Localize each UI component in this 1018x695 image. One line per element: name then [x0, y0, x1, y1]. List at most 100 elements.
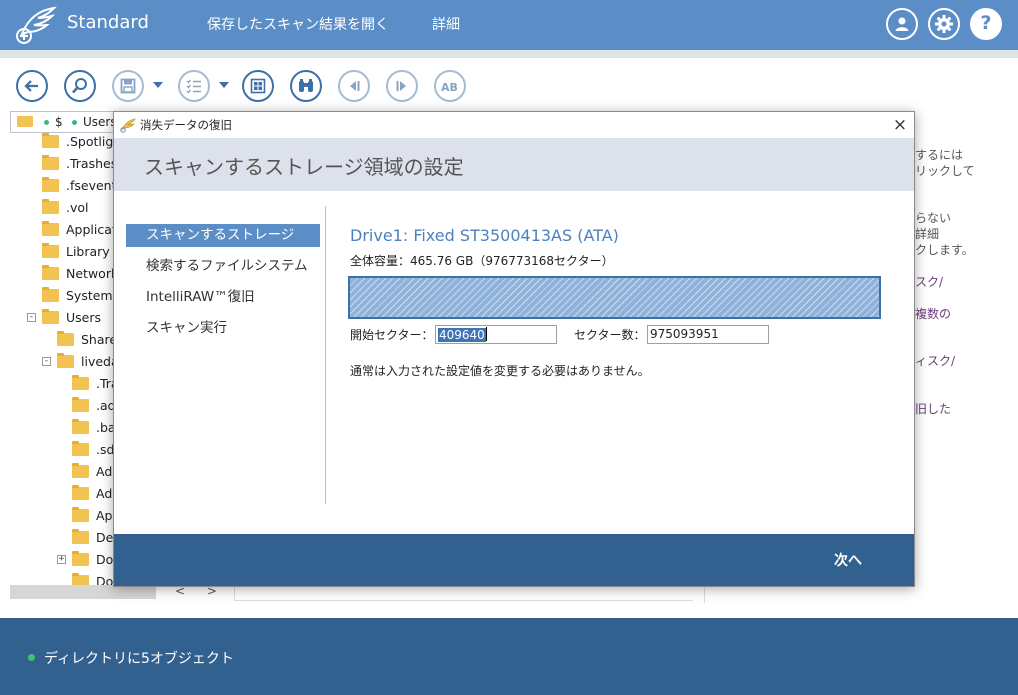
dialog-titlebar[interactable]: 消失データの復旧 ×	[114, 112, 914, 138]
path-segment-users[interactable]: Users	[83, 115, 117, 129]
app-header: Standard 保存したスキャン結果を開く 詳細 ?	[0, 0, 1018, 50]
save-icon	[120, 78, 136, 94]
dialog-note: 通常は入力された設定値を変更する必要はありません。	[350, 364, 650, 378]
status-text: ディレクトリに5オブジェクト	[44, 651, 234, 667]
pane-divider	[235, 600, 693, 601]
step-storage[interactable]: スキャンするストレージ	[126, 224, 320, 247]
help-button[interactable]: ?	[970, 8, 1002, 40]
start-sector-input[interactable]: 409640	[435, 325, 557, 344]
pane-divider	[234, 585, 235, 601]
folder-icon	[42, 155, 59, 170]
svg-text:AB: AB	[441, 81, 458, 94]
folder-icon	[72, 397, 89, 412]
dialog-heading: スキャンするストレージ領域の設定	[144, 155, 464, 179]
folder-icon	[72, 375, 89, 390]
folder-icon	[72, 419, 89, 434]
sector-count-value: 975093951	[650, 327, 719, 341]
checklist-button[interactable]	[178, 70, 210, 102]
next-icon	[396, 81, 406, 91]
info-text: 詳細	[915, 227, 940, 241]
gear-icon	[935, 15, 953, 33]
dialog-footer: 次へ	[114, 534, 914, 586]
grid-view-icon	[250, 78, 266, 94]
info-text: 旧した	[915, 402, 952, 416]
next-step-button[interactable]: 次へ	[834, 550, 862, 570]
folder-icon	[42, 199, 59, 214]
user-icon	[895, 17, 909, 31]
drive-capacity: 全体容量：465.76 GB（976773168セクター）	[350, 254, 614, 268]
sector-count-input[interactable]: 975093951	[647, 325, 769, 344]
sector-count-label: セクター数：	[574, 328, 646, 342]
info-text: リックして	[915, 164, 975, 178]
folder-icon	[72, 507, 89, 522]
folder-icon	[17, 116, 33, 127]
step-intelliraw[interactable]: IntelliRAW™復旧	[126, 286, 320, 309]
steps-divider	[325, 206, 326, 504]
folder-icon	[42, 177, 59, 192]
app-title: Standard	[67, 12, 149, 33]
save-dropdown-arrow[interactable]	[153, 82, 163, 88]
folder-icon	[42, 265, 59, 280]
status-indicator	[28, 654, 35, 661]
menu-details[interactable]: 詳細	[432, 14, 460, 34]
step-file-system[interactable]: 検索するファイルシステム	[126, 255, 320, 278]
checklist-dropdown-arrow[interactable]	[219, 82, 229, 88]
folder-icon	[72, 441, 89, 456]
settings-button[interactable]	[928, 8, 960, 40]
back-button[interactable]	[16, 70, 48, 102]
save-button[interactable]	[112, 70, 144, 102]
find-button[interactable]	[290, 70, 322, 102]
header-divider	[0, 50, 1018, 58]
folder-icon	[42, 287, 59, 302]
folder-tree: .Spotlight .Trashes .fseventsd .vol Appl…	[10, 130, 114, 585]
text-caret	[485, 327, 487, 341]
info-text: スク/	[915, 275, 944, 289]
info-text: するには	[915, 148, 964, 162]
step-run-scan[interactable]: スキャン実行	[126, 317, 320, 340]
user-button[interactable]	[886, 8, 918, 40]
grid-view-button[interactable]	[242, 70, 274, 102]
menu-open-saved-scan[interactable]: 保存したスキャン結果を開く	[207, 14, 389, 34]
folder-icon	[72, 485, 89, 500]
search-icon	[72, 78, 87, 94]
previous-button[interactable]	[338, 70, 370, 102]
next-button[interactable]	[386, 70, 418, 102]
status-bar: ディレクトリに5オブジェクト	[0, 618, 1018, 695]
checklist-icon	[186, 79, 201, 94]
text-search-button[interactable]: AB	[434, 70, 466, 102]
binoculars-icon	[299, 79, 313, 92]
folder-icon	[57, 331, 74, 346]
folder-icon	[72, 529, 89, 544]
info-text: クします。	[915, 243, 974, 257]
text-icon: AB	[441, 81, 458, 94]
close-button[interactable]: ×	[890, 115, 910, 135]
path-separator-dot	[44, 120, 49, 125]
previous-icon	[350, 81, 360, 91]
start-sector-label: 開始セクター：	[350, 328, 434, 342]
drive-title: Drive1: Fixed ST3500413AS (ATA)	[350, 226, 619, 245]
folder-icon	[42, 243, 59, 258]
info-text: 複数の	[915, 307, 952, 321]
folder-icon	[42, 221, 59, 236]
info-text: らない	[915, 211, 952, 225]
pane-divider	[704, 585, 705, 603]
folder-icon	[42, 133, 59, 148]
path-segment-root[interactable]: $	[55, 115, 63, 129]
dialog-window-title: 消失データの復旧	[140, 118, 232, 132]
folder-icon	[72, 463, 89, 478]
back-icon	[24, 80, 38, 92]
folder-icon	[72, 573, 89, 585]
path-separator-dot	[72, 120, 77, 125]
info-text: ィスク/	[915, 354, 956, 368]
collapse-toggle[interactable]: -	[42, 357, 51, 366]
wing-icon	[120, 118, 136, 133]
storage-range-bar[interactable]	[348, 276, 881, 319]
dialog-header: スキャンするストレージ領域の設定	[114, 138, 914, 191]
collapse-toggle[interactable]: -	[27, 313, 36, 322]
tree-horizontal-scrollbar[interactable]	[10, 585, 156, 599]
expand-toggle[interactable]: +	[57, 555, 66, 564]
search-button[interactable]	[64, 70, 96, 102]
start-sector-value: 409640	[438, 328, 486, 342]
recovery-dialog: 消失データの復旧 × スキャンするストレージ領域の設定 スキャンするストレージ …	[113, 111, 915, 587]
app-logo-icon	[16, 6, 57, 44]
